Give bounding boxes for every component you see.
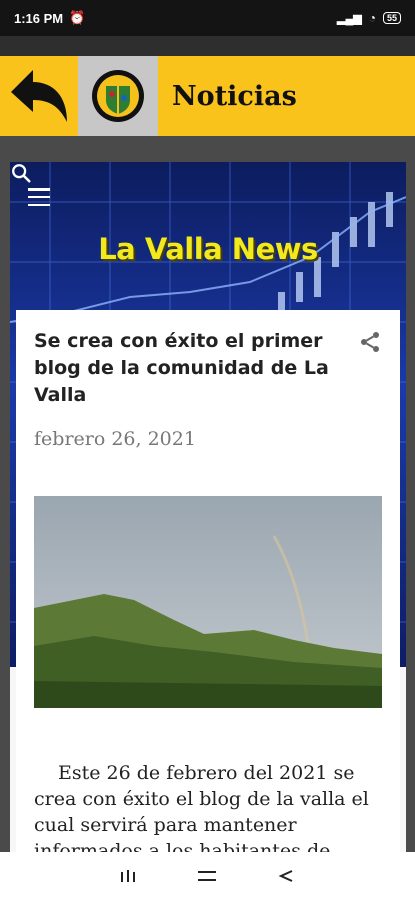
signal-icon: ▂▄▆	[337, 12, 362, 25]
post-body: Este 26 de febrero del 2021 se crea con …	[34, 762, 369, 852]
search-icon[interactable]	[10, 162, 32, 184]
battery-indicator: 55	[382, 12, 401, 24]
home-button[interactable]	[192, 861, 222, 891]
status-indicators: ▂▄▆ ◔ 55	[337, 11, 401, 25]
blog-view: La Valla News Se crea con éxito el prime…	[10, 162, 406, 852]
post-date: febrero 26, 2021	[34, 428, 196, 450]
share-icon[interactable]	[358, 330, 382, 354]
alarm-icon: ⏰	[69, 10, 86, 25]
recents-icon	[121, 870, 136, 882]
back-icon	[278, 870, 293, 882]
status-bar: 1:16 PM ⏰ ▂▄▆ ◔ 55	[0, 0, 415, 36]
blog-name[interactable]: La Valla News	[10, 232, 406, 266]
system-back-button[interactable]	[271, 861, 301, 891]
status-time: 1:16 PM	[14, 10, 64, 26]
post-image	[34, 496, 382, 708]
wifi-icon: ◔	[368, 11, 376, 25]
recents-button[interactable]	[114, 861, 144, 891]
logo-icon	[92, 70, 144, 122]
home-icon	[198, 871, 217, 881]
page-title: Noticias	[172, 80, 297, 112]
landscape-photo	[34, 496, 382, 708]
header-spacer	[0, 36, 415, 56]
back-arrow-icon	[11, 70, 67, 122]
post-card: Se crea con éxito el primer blog de la c…	[16, 310, 400, 852]
app-logo	[78, 56, 158, 136]
app-header: Noticias	[0, 56, 415, 136]
back-button[interactable]	[0, 56, 78, 136]
system-nav-bar	[0, 852, 415, 900]
post-title[interactable]: Se crea con éxito el primer blog de la c…	[34, 328, 334, 409]
menu-icon[interactable]	[28, 188, 50, 206]
